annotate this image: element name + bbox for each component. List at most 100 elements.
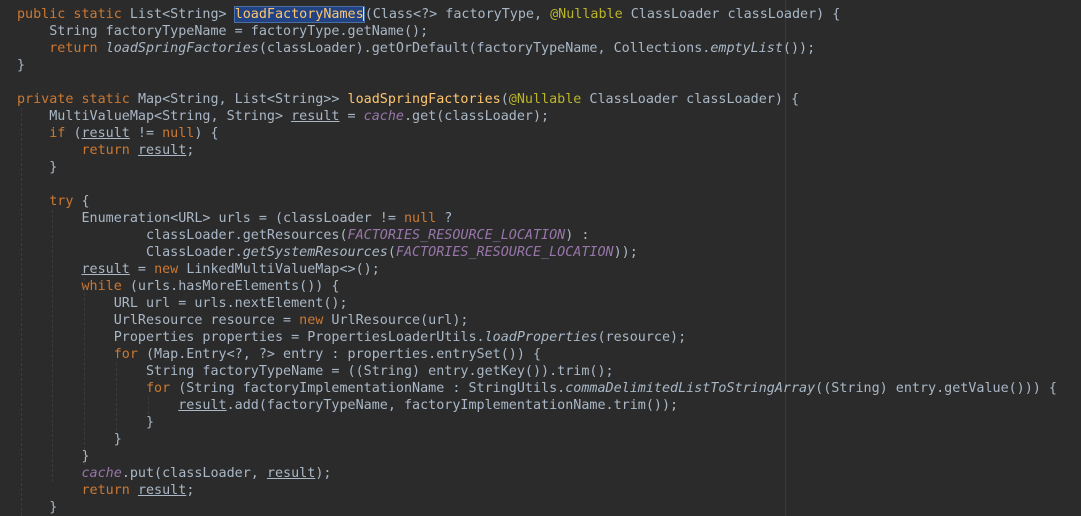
code-token: try [49, 194, 82, 209]
code-token: (resource); [597, 330, 687, 345]
indent-guide [148, 397, 150, 414]
code-token: List<String> [129, 7, 235, 22]
code-token: loadSpringFactories [105, 41, 259, 56]
code-token: = [129, 262, 155, 277]
code-token: return [81, 483, 138, 498]
code-token: new [154, 262, 187, 277]
code-token: } [17, 500, 58, 515]
code-line[interactable]: return result; [17, 142, 195, 159]
code-token: cache [363, 109, 404, 124]
code-line[interactable]: ClassLoader.getSystemResources(FACTORIES… [17, 244, 638, 261]
code-token: (Map.Entry<?, ?> entry : properties.entr… [146, 347, 542, 362]
code-token: Enumeration<URL> urls = (classLoader != [17, 211, 404, 226]
code-line[interactable]: Enumeration<URL> urls = (classLoader != … [17, 210, 452, 227]
code-line[interactable]: if (result != null) { [17, 125, 219, 142]
code-token: return [81, 143, 138, 158]
code-token: loadProperties [484, 330, 598, 345]
code-token: private static [17, 92, 138, 107]
code-line[interactable]: classLoader.getResources(FACTORIES_RESOU… [17, 227, 589, 244]
code-line[interactable]: } [17, 499, 57, 516]
code-token: loadSpringFactories [347, 92, 501, 107]
code-token: for [146, 381, 179, 396]
code-token: ClassLoader. [17, 245, 243, 260]
code-token: ; [186, 143, 195, 158]
code-line[interactable]: for (String factoryImplementationName : … [17, 380, 1057, 397]
code-token: LinkedMultiValueMap<>(); [186, 262, 380, 277]
code-token: FACTORIES_RESOURCE_LOCATION [395, 245, 614, 260]
code-token: URL url = urls.nextElement(); [17, 296, 348, 311]
code-token: ClassLoader classLoader) { [622, 7, 841, 22]
code-token: )); [613, 245, 638, 260]
code-token: result [137, 143, 187, 158]
code-token: emptyList [710, 41, 783, 56]
indent-guide [84, 278, 86, 465]
indent-guide [21, 108, 23, 516]
code-token: ( [500, 92, 509, 107]
code-line[interactable]: URL url = urls.nextElement(); [17, 295, 348, 312]
code-token: ClassLoader classLoader) { [581, 92, 800, 107]
code-token: FACTORIES_RESOURCE_LOCATION [347, 228, 566, 243]
code-token: result [137, 483, 187, 498]
code-token: ) { [194, 126, 219, 141]
code-line[interactable]: Properties properties = PropertiesLoader… [17, 329, 686, 346]
code-token: MultiValueMap<String, String> [17, 109, 292, 124]
code-token: String factoryTypeName = factoryType.get… [17, 24, 429, 39]
code-token: while [81, 279, 130, 294]
code-token: Map<String, List<String>> [137, 92, 348, 107]
code-token: (urls.hasMoreElements()) { [129, 279, 340, 294]
code-token: ()); [782, 41, 816, 56]
code-token: result [178, 398, 227, 413]
code-token: String factoryTypeName = ((String) entry… [17, 364, 614, 379]
code-token: ? [444, 211, 453, 226]
code-line[interactable]: cache.put(classLoader, result); [17, 465, 332, 482]
code-token: ((String) entry.getValue())) { [815, 381, 1057, 396]
code-token: cache [81, 466, 122, 481]
code-token: .get(classLoader); [403, 109, 550, 124]
indent-guide [52, 210, 54, 482]
code-line[interactable]: while (urls.hasMoreElements()) { [17, 278, 340, 295]
code-line[interactable]: String factoryTypeName = ((String) entry… [17, 363, 614, 380]
code-token: new [299, 313, 332, 328]
code-token: if [49, 126, 74, 141]
code-token: (classLoader).getOrDefault(factoryTypeNa… [258, 41, 711, 56]
code-line[interactable]: return loadSpringFactories(classLoader).… [17, 40, 815, 57]
code-token: } [17, 432, 122, 447]
code-line[interactable]: String factoryTypeName = factoryType.get… [17, 23, 428, 40]
code-line[interactable]: try { [17, 193, 89, 210]
code-line[interactable]: private static Map<String, List<String>>… [17, 91, 799, 108]
code-line[interactable]: MultiValueMap<String, String> result = c… [17, 108, 549, 125]
code-token: @Nullable [508, 92, 582, 107]
code-token: loadFactoryNames [233, 6, 365, 23]
code-token: Properties properties = PropertiesLoader… [17, 330, 485, 345]
code-line[interactable]: } [17, 57, 25, 74]
code-line[interactable]: } [17, 159, 57, 176]
right-margin-guide [785, 0, 786, 516]
code-token: classLoader.getResources( [17, 228, 348, 243]
code-line[interactable]: result = new LinkedMultiValueMap<>(); [17, 261, 380, 278]
code-token: ( [387, 245, 396, 260]
code-token: .add(factoryTypeName, factoryImplementat… [226, 398, 679, 413]
code-token: return [49, 41, 106, 56]
code-token: (Class<?> factoryType, [364, 7, 551, 22]
code-editor[interactable]: public static List<String> loadFactoryNa… [0, 0, 1081, 516]
code-line[interactable]: return result; [17, 482, 195, 499]
code-line[interactable]: public static List<String> loadFactoryNa… [17, 6, 840, 23]
code-token: = [339, 109, 364, 124]
code-token: (String factoryImplementationName : Stri… [178, 381, 566, 396]
code-token: != [129, 126, 163, 141]
code-token: result [266, 466, 316, 481]
code-token: getSystemResources [242, 245, 388, 260]
code-token: } [17, 160, 58, 175]
code-line[interactable]: for (Map.Entry<?, ?> entry : properties.… [17, 346, 541, 363]
code-token: ) : [565, 228, 590, 243]
code-line[interactable]: } [17, 431, 122, 448]
